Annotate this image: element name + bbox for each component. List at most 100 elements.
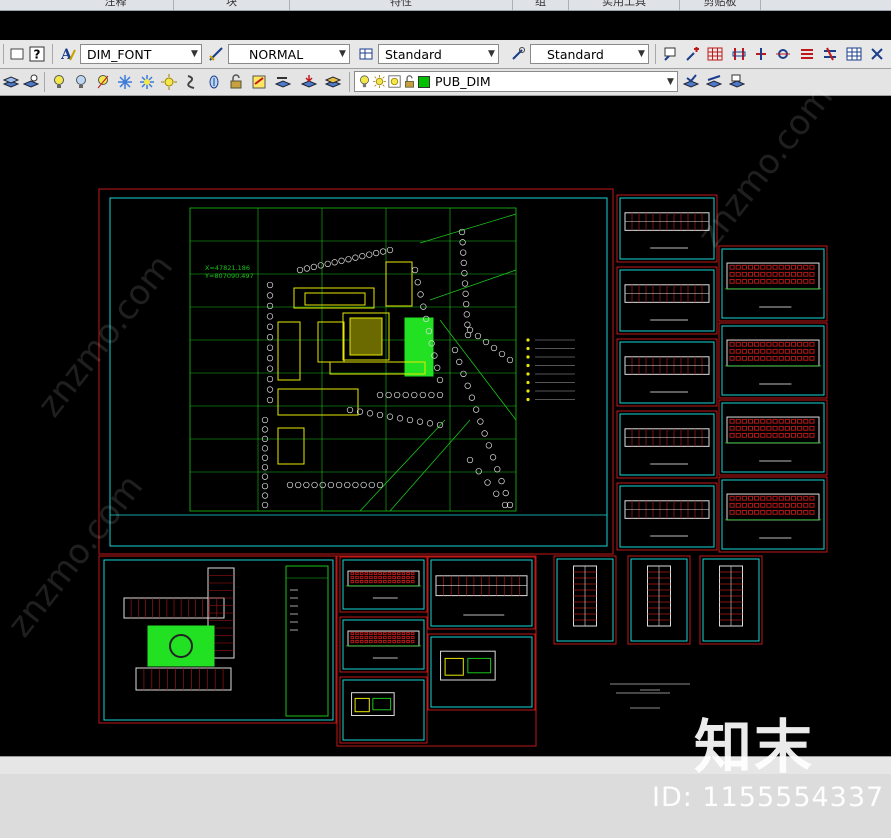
add-leader-icon[interactable] — [684, 45, 702, 63]
chevron-down-icon: ▼ — [339, 49, 346, 59]
window — [778, 433, 784, 438]
tree-symbol — [261, 454, 269, 461]
window — [729, 341, 735, 347]
tree-symbol — [411, 391, 418, 399]
text-style-icon[interactable]: A — [59, 45, 77, 63]
green-lawn — [404, 317, 434, 377]
tree-symbol — [419, 391, 427, 399]
tree-symbol — [376, 391, 384, 399]
layer-walk-icon[interactable] — [182, 73, 200, 91]
match-layer-icon[interactable] — [705, 73, 723, 91]
ribbon-tab-annotation[interactable]: 注释 — [58, 0, 174, 10]
copy-to-layer-icon[interactable] — [728, 73, 746, 91]
window — [364, 640, 369, 644]
window — [809, 510, 815, 515]
window — [790, 502, 797, 508]
make-current-icon[interactable] — [682, 73, 700, 91]
ribbon-tab-block[interactable]: 块 — [174, 0, 290, 10]
dim-break-icon[interactable] — [821, 45, 839, 63]
window — [729, 433, 735, 438]
tree-symbol — [402, 391, 409, 399]
window — [760, 279, 766, 284]
tree-symbol — [416, 418, 424, 425]
layer-isolate-icon[interactable] — [72, 73, 90, 91]
window — [747, 495, 754, 501]
tree-symbol — [498, 478, 505, 485]
tree-symbol — [460, 370, 467, 377]
window — [378, 631, 383, 636]
layer-previous-icon[interactable] — [274, 73, 292, 91]
dim-space-icon[interactable] — [798, 45, 816, 63]
layer-merge-icon[interactable] — [324, 73, 342, 91]
tree-symbol — [411, 266, 419, 274]
window — [760, 348, 766, 354]
window — [760, 418, 766, 424]
help-icon[interactable]: ? — [28, 45, 46, 63]
ribbon-tab-clipboard[interactable]: 剪贴板 — [680, 0, 761, 10]
table-grid-icon[interactable] — [706, 45, 724, 63]
multileader-icon[interactable] — [661, 45, 679, 63]
multileader-style-icon[interactable] — [509, 45, 527, 63]
sheet-frame — [427, 633, 536, 711]
window — [778, 356, 784, 361]
text-style-select[interactable]: DIM_FONT ▼ — [80, 44, 202, 64]
layer-state-icon[interactable] — [22, 73, 40, 91]
window — [392, 580, 396, 584]
window — [772, 356, 778, 361]
multileader-style-select[interactable]: Standard ▼ — [530, 44, 649, 64]
window — [387, 635, 392, 640]
dimension-style-icon[interactable] — [207, 45, 225, 63]
window — [784, 348, 790, 354]
ribbon-tab-utilities[interactable]: 实用工具 — [569, 0, 680, 10]
window — [359, 575, 364, 580]
ribbon-tab-properties[interactable]: 特性 — [290, 0, 513, 10]
layer-walk-down-icon[interactable] — [300, 73, 318, 91]
chevron-down-icon: ▼ — [667, 76, 674, 87]
ribbon-tab-group[interactable]: 组 — [513, 0, 569, 10]
table-style-icon[interactable] — [357, 45, 375, 63]
table-style-select[interactable]: Standard ▼ — [378, 44, 499, 64]
dimension-style-select[interactable]: NORMAL ▼ — [228, 44, 350, 64]
sheet-border — [430, 636, 533, 708]
table-icon[interactable] — [845, 45, 863, 63]
main-sheet-border — [109, 197, 608, 547]
window — [373, 631, 378, 636]
window — [410, 640, 415, 644]
window — [364, 635, 369, 640]
layer-unisolate-icon[interactable] — [94, 73, 112, 91]
window — [772, 418, 778, 424]
window — [364, 571, 369, 576]
layer-on-icon[interactable] — [50, 73, 68, 91]
window — [766, 348, 772, 354]
window — [754, 433, 760, 438]
window — [406, 571, 410, 576]
layer-properties-icon[interactable] — [2, 73, 20, 91]
align-leaders-icon[interactable] — [730, 45, 748, 63]
dim-center-icon[interactable] — [774, 45, 792, 63]
tree-symbol — [261, 501, 269, 509]
layer-lock-icon[interactable] — [205, 73, 223, 91]
layer-match-icon[interactable] — [250, 73, 268, 91]
toolbar-button-icon[interactable] — [8, 45, 26, 63]
window — [364, 580, 369, 584]
tree-symbol — [261, 464, 269, 471]
tree-symbol — [475, 468, 482, 475]
layer-freeze-icon[interactable] — [116, 73, 134, 91]
layer-unlock-icon[interactable] — [227, 73, 245, 91]
plan-room — [372, 697, 392, 711]
layer-select[interactable]: PUB_DIM ▼ — [354, 71, 678, 92]
collect-leaders-icon[interactable] — [752, 45, 770, 63]
window — [406, 635, 410, 640]
layer-thaw-icon[interactable] — [138, 73, 156, 91]
tree-symbol — [466, 326, 474, 334]
tree-symbol — [490, 344, 498, 352]
sheet-border — [342, 619, 425, 670]
window — [350, 635, 355, 640]
window — [747, 433, 754, 438]
toolbar-grip — [3, 44, 4, 64]
window — [735, 341, 741, 347]
window — [741, 510, 747, 515]
window — [809, 425, 815, 431]
inspect-icon[interactable] — [868, 45, 886, 63]
layer-sun-icon[interactable] — [160, 73, 178, 91]
